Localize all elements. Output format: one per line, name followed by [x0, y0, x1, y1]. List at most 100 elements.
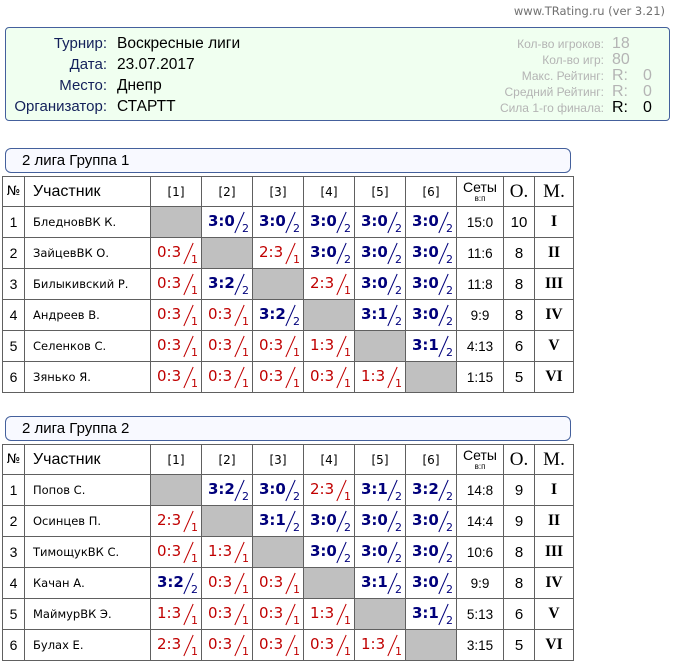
table-row: 5 МаймурВК Э. 1:3 1 0:3 1 0:3 1 1:3 1 3:1 2 5:13 6 V	[3, 599, 574, 630]
self-match-cell	[202, 238, 253, 269]
match-points: 1	[344, 346, 351, 359]
sets-ratio: 1:15	[457, 362, 504, 393]
match-points: 1	[242, 583, 249, 596]
header-number: №	[3, 177, 25, 207]
stat-max-rating: Макс. Рейтинг: R: 0	[6, 68, 669, 84]
match-points: 2	[446, 315, 453, 328]
match-score-cell: 0:3 1	[151, 537, 202, 568]
match-score: 1:3	[310, 604, 335, 622]
table-row: 5 Селенков С. 0:3 1 0:3 1 0:3 1 1:3 1 3:1 2 4:13 6 V	[3, 331, 574, 362]
match-points: 2	[293, 521, 300, 534]
match-score-cell: 3:0 2	[406, 238, 457, 269]
total-points: 9	[504, 506, 535, 537]
match-score-cell: 3:0 2	[406, 207, 457, 238]
match-score: 3:0	[259, 480, 286, 498]
match-points: 1	[242, 614, 249, 627]
match-points: 2	[395, 315, 402, 328]
total-points: 6	[504, 331, 535, 362]
match-score-cell: 0:3 1	[253, 599, 304, 630]
match-score: 3:1	[361, 480, 388, 498]
match-points: 2	[395, 490, 402, 503]
header-participant: Участник	[25, 177, 151, 207]
match-score: 3:0	[361, 212, 388, 230]
match-score: 1:3	[361, 367, 386, 385]
header-opponent-6: [6]	[406, 445, 457, 475]
match-points: 1	[293, 614, 300, 627]
match-score: 3:2	[208, 480, 235, 498]
match-score: 1:3	[361, 635, 386, 653]
participant-name: БледновВК К.	[25, 207, 151, 238]
self-match-cell	[151, 475, 202, 506]
match-score: 3:1	[412, 336, 439, 354]
match-points: 1	[242, 377, 249, 390]
table-row: 1 БледновВК К. 3:0 2 3:0 2 3:0 2 3:0 2 3:0 2 15:0 10 I	[3, 207, 574, 238]
match-score: 0:3	[208, 604, 233, 622]
match-score: 0:3	[208, 367, 233, 385]
match-score: 3:0	[310, 212, 337, 230]
match-score-cell: 3:0 2	[304, 207, 355, 238]
match-score: 3:2	[157, 573, 184, 591]
participant-name: Попов С.	[25, 475, 151, 506]
row-number: 2	[3, 238, 25, 269]
match-score-cell: 3:0 2	[304, 537, 355, 568]
match-points: 1	[395, 645, 402, 658]
row-number: 5	[3, 599, 25, 630]
stat-final-strength: Сила 1-го финала: R: 0	[6, 100, 669, 116]
match-score: 3:0	[412, 243, 439, 261]
match-score-cell: 3:0 2	[355, 269, 406, 300]
match-points: 2	[293, 490, 300, 503]
header-points: О.	[504, 445, 535, 475]
place-rank: II	[535, 238, 574, 269]
group-section: 2 лига Группа 2 № Участник [1] [2] [3] [4] [5][…	[0, 416, 675, 662]
match-score: 0:3	[208, 336, 233, 354]
match-points: 2	[344, 253, 351, 266]
match-score: 0:3	[259, 336, 284, 354]
match-points: 1	[242, 645, 249, 658]
match-score-cell: 1:3 1	[304, 331, 355, 362]
table-row: 2 ЗайцевВК О. 0:3 1 2:3 1 3:0 2 3:0 2 3:0 2 11:6 8 II	[3, 238, 574, 269]
row-number: 1	[3, 207, 25, 238]
row-number: 5	[3, 331, 25, 362]
stat-value: 0	[643, 99, 652, 116]
participant-name: Билыкивский Р.	[25, 269, 151, 300]
match-score-cell: 1:3 1	[355, 362, 406, 393]
row-number: 4	[3, 568, 25, 599]
sets-ratio: 4:13	[457, 331, 504, 362]
table-row: 3 Билыкивский Р. 0:3 1 3:2 2 2:3 1 3:0 2 3:0 2 11:8 8…	[3, 269, 574, 300]
match-score-cell: 0:3 1	[151, 331, 202, 362]
match-score-cell: 3:0 2	[304, 506, 355, 537]
table-row: 6 Булах Е. 2:3 1 0:3 1 0:3 1 0:3 1 1:3 1 3:15 5 VI	[3, 630, 574, 661]
match-score-cell: 3:1 2	[355, 300, 406, 331]
self-match-cell	[355, 599, 406, 630]
sets-ratio: 11:8	[457, 269, 504, 300]
match-score-cell: 0:3 1	[151, 238, 202, 269]
match-score: 0:3	[310, 635, 335, 653]
match-score-cell: 3:0 2	[355, 238, 406, 269]
match-score-cell: 3:2 2	[202, 269, 253, 300]
header-number: №	[3, 445, 25, 475]
header-place: М.	[535, 445, 574, 475]
match-points: 2	[293, 315, 300, 328]
match-score-cell: 2:3 1	[253, 238, 304, 269]
total-points: 8	[504, 269, 535, 300]
match-points: 1	[293, 346, 300, 359]
match-score-cell: 0:3 1	[253, 331, 304, 362]
row-number: 4	[3, 300, 25, 331]
match-points: 1	[191, 645, 198, 658]
header-opponent-4: [4]	[304, 177, 355, 207]
match-score: 0:3	[157, 336, 182, 354]
match-points: 2	[446, 253, 453, 266]
match-points: 1	[191, 377, 198, 390]
match-score-cell: 3:0 2	[355, 537, 406, 568]
match-score: 2:3	[157, 511, 182, 529]
header-sets-sublabel: в:п	[474, 194, 486, 203]
row-number: 3	[3, 537, 25, 568]
table-row: 1 Попов С. 3:2 2 3:0 2 2:3 1 3:1 2 3:2 2 14:8 9 I	[3, 475, 574, 506]
stat-prefix: R:	[612, 99, 628, 116]
match-score: 3:0	[412, 274, 439, 292]
match-points: 2	[344, 521, 351, 534]
match-score-cell: 0:3 1	[253, 362, 304, 393]
match-score-cell: 1:3 1	[202, 537, 253, 568]
match-score: 3:0	[412, 573, 439, 591]
match-score-cell: 3:0 2	[304, 238, 355, 269]
